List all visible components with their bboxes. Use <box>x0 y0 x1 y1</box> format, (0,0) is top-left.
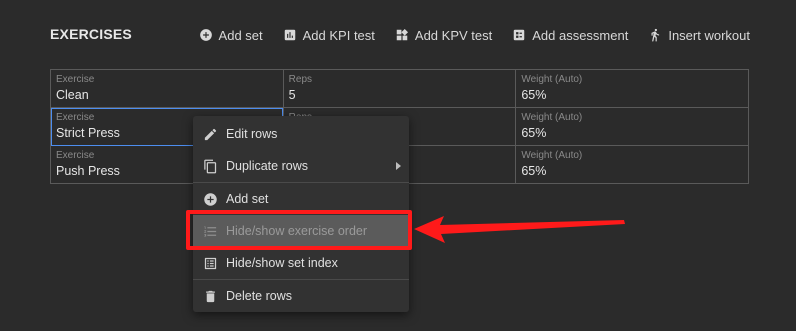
plus-circle-icon <box>199 29 212 41</box>
add-kpi-test-label: Add KPI test <box>302 27 375 43</box>
cell-value: 65% <box>521 126 547 140</box>
add-assessment-button[interactable]: Add assessment <box>512 26 628 44</box>
menu-item-add-set[interactable]: Add set <box>193 183 409 215</box>
menu-item-label: Delete rows <box>226 289 292 303</box>
weight-cell[interactable]: Weight (Auto) 65% <box>515 145 749 184</box>
weight-cell[interactable]: Weight (Auto) 65% <box>515 107 749 146</box>
submenu-caret-icon <box>396 162 401 170</box>
cell-value: 5 <box>288 88 296 102</box>
add-assessment-label: Add assessment <box>532 27 629 43</box>
add-set-label: Add set <box>218 27 263 43</box>
pencil-icon <box>204 128 217 140</box>
list-alt-icon <box>204 257 217 269</box>
context-menu: Edit rows Duplicate rows Add set Hide/sh… <box>193 116 409 312</box>
cell-value: 65% <box>521 164 547 178</box>
widgets-icon <box>396 28 408 41</box>
insert-workout-button[interactable]: Insert workout <box>648 26 750 44</box>
cell-label: Exercise <box>56 74 95 85</box>
menu-item-label: Hide/show exercise order <box>226 224 368 238</box>
menu-item-hide-show-set-index[interactable]: Hide/show set index <box>193 247 409 279</box>
menu-item-label: Edit rows <box>226 127 278 141</box>
reps-cell[interactable]: Reps 5 <box>282 69 517 108</box>
add-set-button[interactable]: Add set <box>199 26 263 44</box>
insert-workout-label: Insert workout <box>668 27 750 43</box>
cell-value: Clean <box>56 88 89 102</box>
add-kpi-test-button[interactable]: Add KPI test <box>283 26 375 44</box>
cell-label: Weight (Auto) <box>521 150 583 161</box>
plus-circle-icon <box>204 192 217 206</box>
add-kpv-test-label: Add KPV test <box>414 27 493 43</box>
menu-item-label: Add set <box>226 192 269 206</box>
cell-label: Reps <box>288 74 313 85</box>
bar-chart-icon <box>284 29 295 41</box>
menu-item-hide-show-exercise-order[interactable]: Hide/show exercise order <box>193 215 409 247</box>
exercise-cell[interactable]: Exercise Clean <box>50 69 284 108</box>
section-title: EXERCISES <box>50 26 132 42</box>
menu-item-label: Duplicate rows <box>226 159 308 173</box>
copy-icon <box>204 159 217 173</box>
weight-cell[interactable]: Weight (Auto) 65% <box>515 69 749 108</box>
table-row: Exercise Clean Reps 5 Weight (Auto) 65% <box>50 69 749 108</box>
trash-icon <box>206 290 215 302</box>
ordered-list-icon <box>204 226 217 236</box>
annotation-arrow-icon <box>414 216 625 243</box>
menu-item-edit-rows[interactable]: Edit rows <box>193 118 409 150</box>
cell-label: Weight (Auto) <box>521 112 583 123</box>
insert-workout-icon <box>651 28 660 42</box>
menu-item-duplicate-rows[interactable]: Duplicate rows <box>193 150 409 182</box>
assessment-icon <box>513 29 525 41</box>
add-kpv-test-button[interactable]: Add KPV test <box>395 26 492 44</box>
menu-item-delete-rows[interactable]: Delete rows <box>193 280 409 312</box>
toolbar: Add set Add KPI test Add KPV test Add as… <box>179 26 750 44</box>
cell-value: 65% <box>521 88 547 102</box>
cell-label: Weight (Auto) <box>521 74 583 85</box>
menu-item-label: Hide/show set index <box>226 256 338 270</box>
